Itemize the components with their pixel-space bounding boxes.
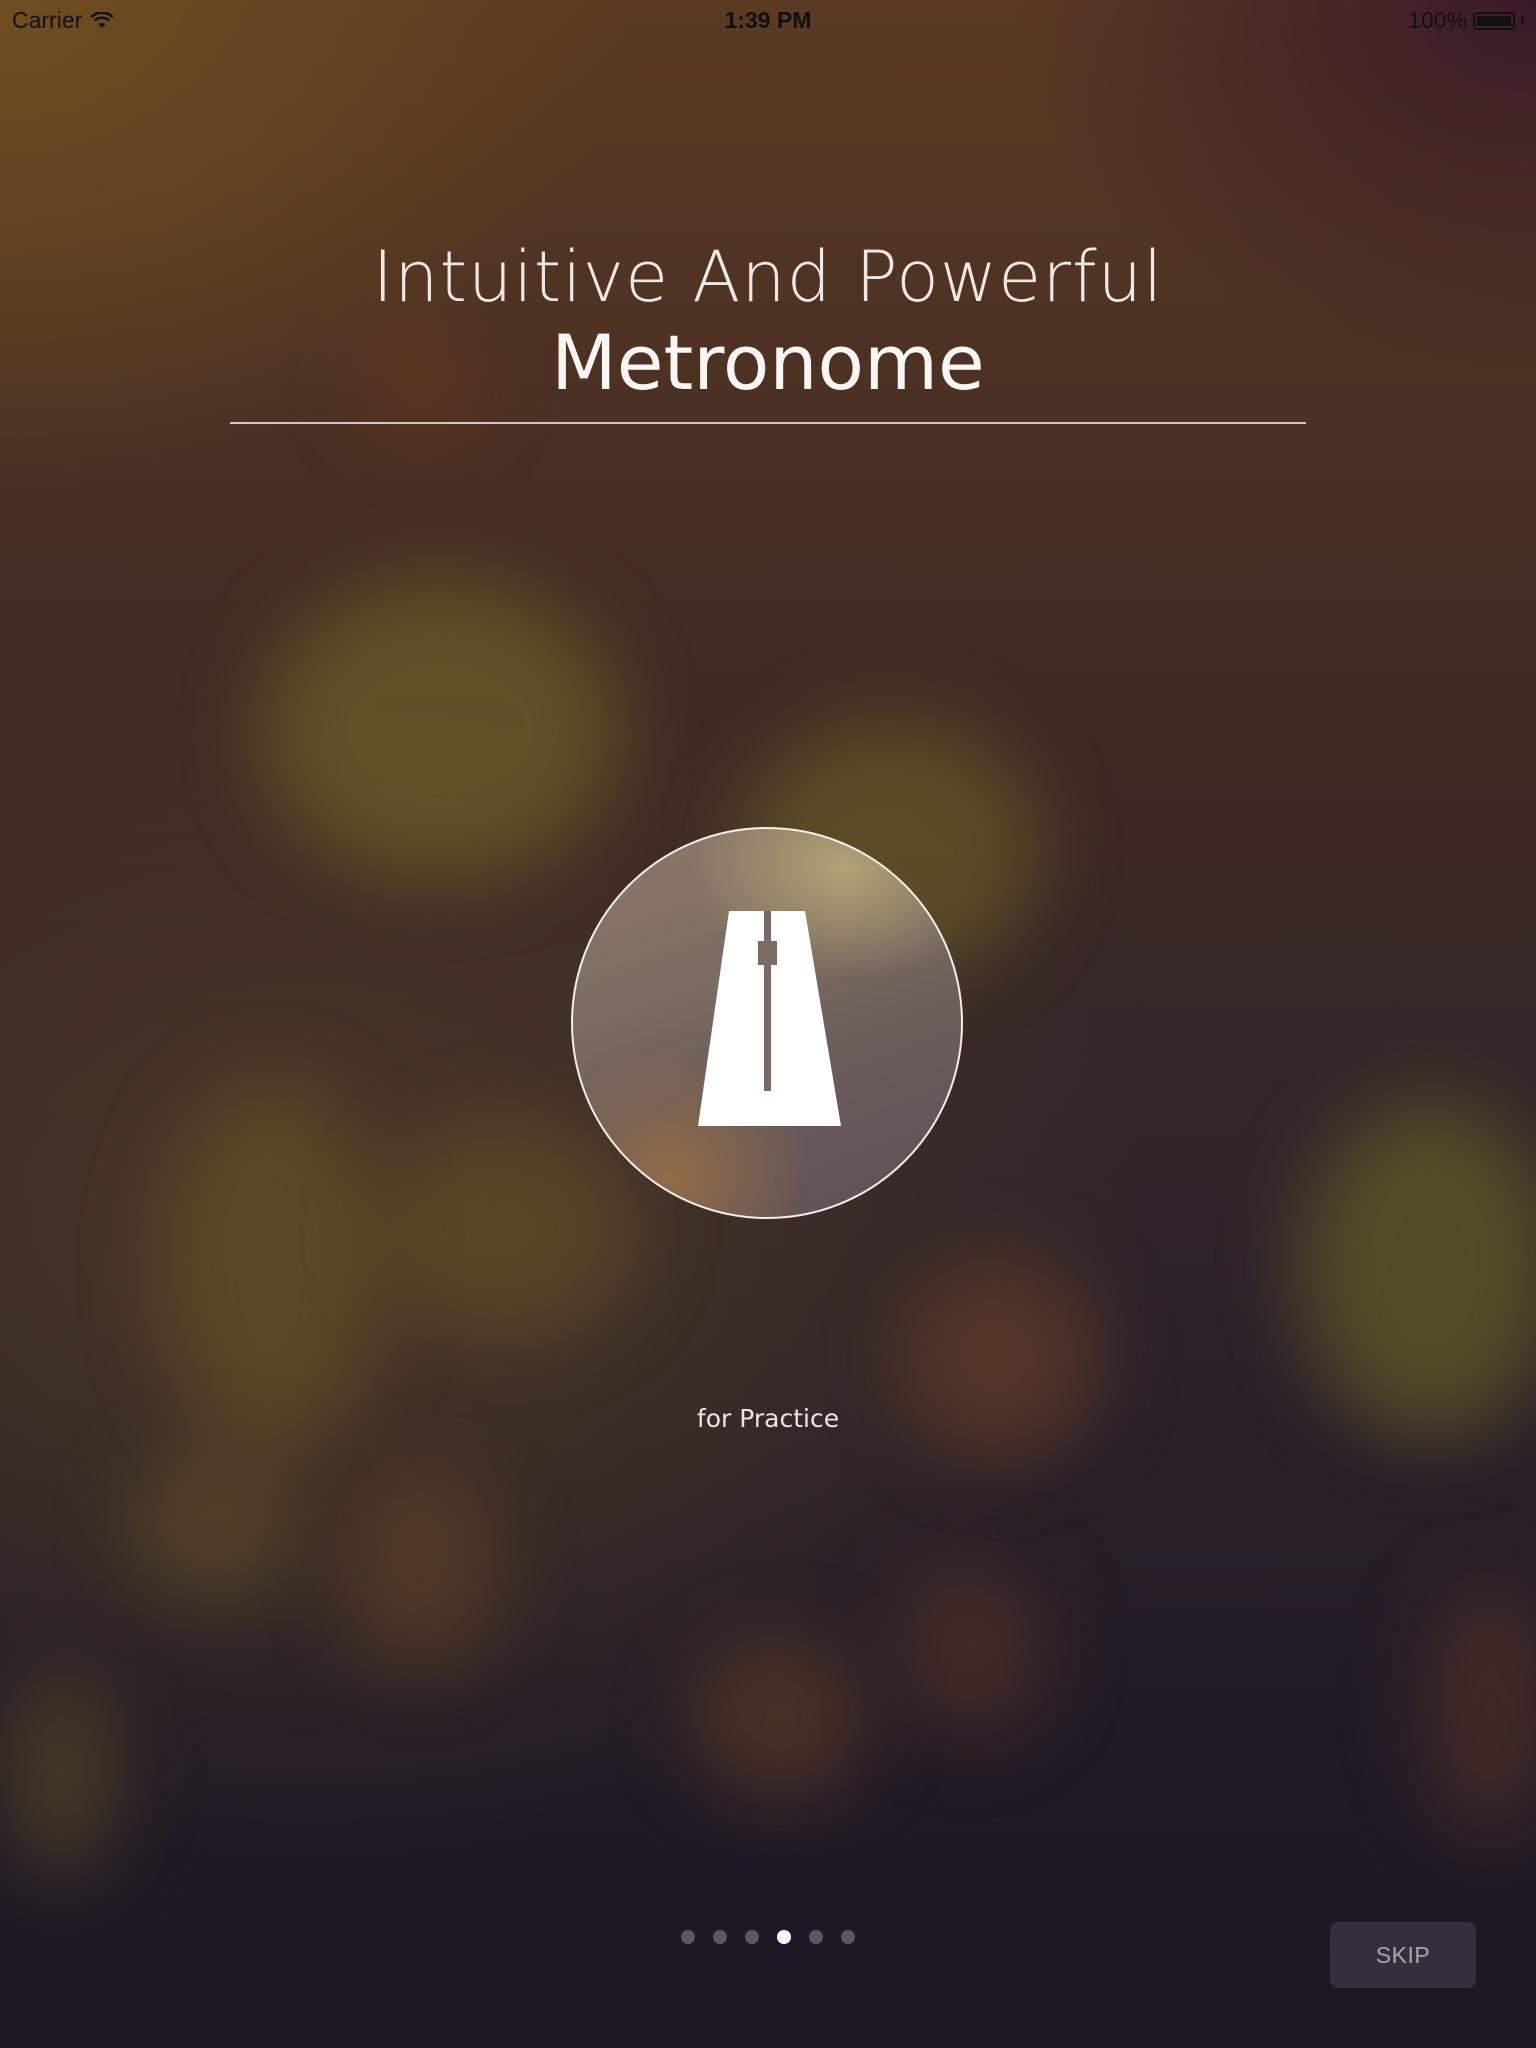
page-dot[interactable]: [681, 1930, 695, 1944]
onboarding-title: Metronome: [551, 318, 985, 407]
onboarding-subtitle: Intuitive And Powerful: [372, 236, 1164, 318]
bokeh-light: [130, 1450, 300, 1600]
skip-button[interactable]: SKIP: [1330, 1922, 1476, 1988]
page-indicator[interactable]: [0, 1930, 1536, 1944]
bokeh-light: [0, 1680, 120, 1880]
status-right: 100%: [1408, 7, 1524, 34]
battery-icon: [1473, 11, 1515, 30]
feature-icon-circle: [571, 827, 963, 1219]
battery-percent: 100%: [1408, 7, 1467, 33]
bokeh-light: [260, 580, 620, 880]
metronome-icon: [698, 911, 841, 1126]
status-bar: Carrier 1:39 PM 100%: [0, 0, 1536, 40]
bokeh-light: [1300, 1100, 1536, 1440]
onboarding-caption: for Practice: [696, 1404, 840, 1433]
bokeh-light: [160, 1080, 380, 1460]
page-dot[interactable]: [713, 1930, 727, 1944]
page-dot[interactable]: [745, 1930, 759, 1944]
battery-tip: [1521, 17, 1524, 24]
page-dot-active[interactable]: [777, 1930, 791, 1944]
bokeh-light: [340, 1470, 500, 1670]
title-divider: [230, 422, 1306, 424]
bokeh-light: [690, 1640, 870, 1800]
page-dot[interactable]: [809, 1930, 823, 1944]
battery-level: [1477, 15, 1511, 26]
status-time: 1:39 PM: [724, 7, 812, 33]
page-dot[interactable]: [841, 1930, 855, 1944]
bokeh-light: [890, 1560, 1050, 1740]
bokeh-light: [1420, 1580, 1536, 1840]
